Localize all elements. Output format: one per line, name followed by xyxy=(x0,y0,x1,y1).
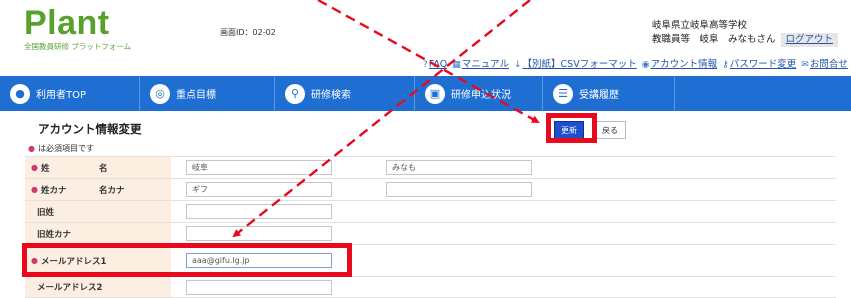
annotation-arrows xyxy=(232,0,540,238)
arrow-to-update-button xyxy=(317,0,540,124)
